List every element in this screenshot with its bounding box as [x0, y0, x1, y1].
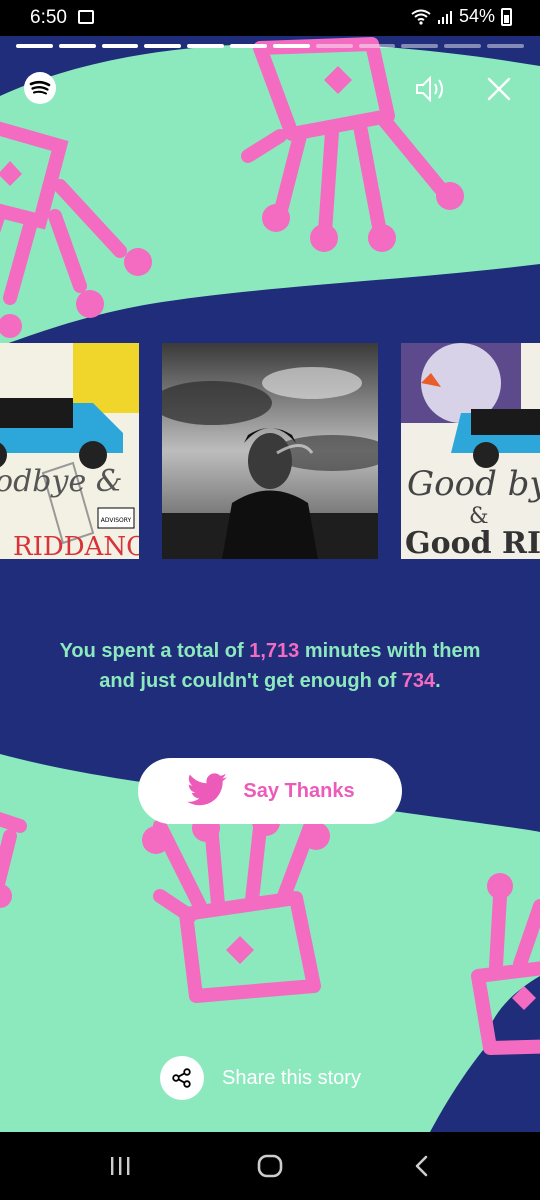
system-nav-bar [0, 1132, 540, 1200]
signal-icon [437, 10, 452, 24]
cover-text: Goodbye & [0, 464, 122, 499]
progress-segment [16, 44, 53, 48]
say-thanks-button[interactable]: Say Thanks [138, 758, 402, 824]
summary-text: You spent a total of [59, 640, 250, 662]
minutes-count: 1,713 [249, 640, 300, 662]
home-button[interactable] [250, 1150, 290, 1182]
wifi-icon [411, 9, 431, 25]
progress-segment [401, 44, 439, 48]
home-icon [257, 1154, 283, 1178]
progress-segment [230, 44, 267, 48]
progress-segment [315, 44, 353, 48]
cover-text: Good bye [407, 464, 540, 504]
wrapped-story-card: ADVISORY Goodbye & RIDDANCE [0, 36, 540, 1132]
background-art [0, 37, 540, 1132]
progress-segment [444, 44, 482, 48]
progress-segment [358, 44, 396, 48]
progress-segment [487, 44, 524, 48]
gallery-icon [78, 10, 94, 24]
cover-text: Good RIDD [405, 526, 540, 559]
progress-segment [272, 44, 310, 48]
back-icon [415, 1155, 428, 1177]
share-story-label: Share this story [222, 1066, 361, 1089]
progress-segment [101, 44, 139, 48]
status-bar: 6:50 54% [0, 0, 540, 36]
status-time: 6:50 [30, 7, 67, 28]
share-icon [160, 1056, 204, 1100]
volume-icon [416, 75, 443, 103]
song-title: 734 [401, 670, 436, 692]
battery-percent: 54% [458, 6, 495, 26]
progress-segment [187, 44, 225, 48]
back-button[interactable] [402, 1150, 442, 1182]
status-right: 54% [411, 6, 512, 27]
recents-icon [111, 1157, 130, 1175]
listening-summary: You spent a total of 1,713 minutes with … [40, 636, 500, 696]
share-story-button[interactable]: Share this story [160, 1056, 361, 1100]
cover-text: RIDDANCE [13, 532, 139, 559]
recents-button[interactable] [100, 1150, 140, 1182]
album-cover-featured[interactable] [162, 343, 378, 559]
twitter-icon [187, 773, 228, 806]
volume-button[interactable] [414, 72, 448, 106]
story-progress [16, 44, 524, 48]
album-carousel: ADVISORY Goodbye & RIDDANCE [0, 343, 540, 559]
close-button[interactable] [482, 72, 516, 106]
album-cover[interactable]: Good bye & Good RIDD [401, 343, 540, 559]
close-icon [487, 77, 511, 101]
battery-icon [501, 7, 512, 26]
summary-text: . [435, 670, 441, 692]
progress-segment [58, 44, 96, 48]
progress-segment [144, 44, 182, 48]
say-thanks-label: Say Thanks [243, 779, 355, 802]
album-cover[interactable]: ADVISORY Goodbye & RIDDANCE [0, 343, 139, 559]
spotify-icon [24, 72, 56, 104]
